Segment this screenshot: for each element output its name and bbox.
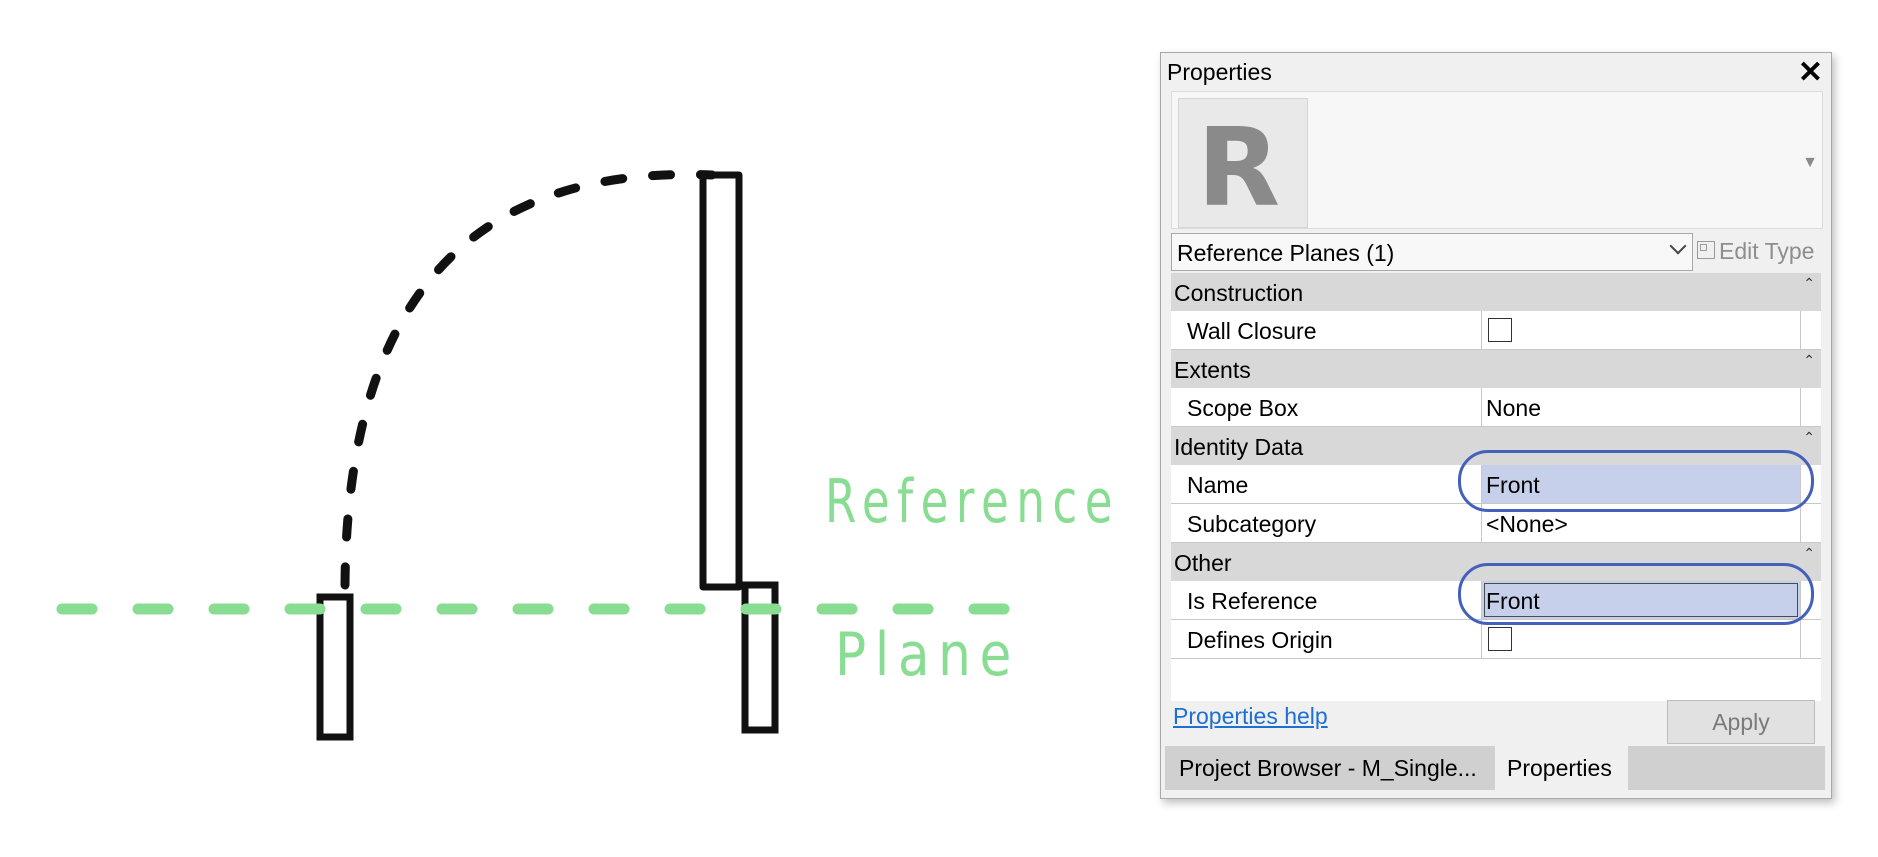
- apply-button[interactable]: Apply: [1667, 700, 1815, 744]
- properties-palette: Properties ✕ R ▼ Reference Planes (1) Ed…: [1160, 52, 1832, 799]
- door-panel: [699, 171, 743, 591]
- annotation-plane: Plane: [835, 620, 1020, 690]
- tab-label: Project Browser - M_Single...: [1179, 755, 1477, 781]
- door-swing-arc: [340, 169, 717, 590]
- defines-origin-checkbox[interactable]: [1488, 627, 1512, 651]
- scope-box-field[interactable]: None: [1482, 388, 1801, 426]
- row-name: Name Front: [1171, 465, 1821, 504]
- grid-blank-area: [1171, 659, 1821, 701]
- property-name: Is Reference: [1187, 588, 1318, 614]
- property-name: Wall Closure: [1187, 318, 1317, 344]
- type-dropdown-arrow-icon[interactable]: ▼: [1802, 154, 1818, 172]
- group-label: Identity Data: [1174, 434, 1304, 460]
- tab-project-browser[interactable]: Project Browser - M_Single...: [1165, 746, 1495, 790]
- collapse-icon[interactable]: ⌃: [1803, 352, 1815, 369]
- left-jamb: [316, 593, 354, 741]
- chevron-down-icon: [1669, 237, 1687, 255]
- svg-text:R: R: [1197, 106, 1280, 227]
- row-defines-origin: Defines Origin: [1171, 620, 1821, 659]
- group-label: Extents: [1174, 357, 1251, 383]
- tab-label: Properties: [1507, 755, 1612, 781]
- row-subcategory: Subcategory <None>: [1171, 504, 1821, 543]
- collapse-icon[interactable]: ⌃: [1803, 275, 1815, 292]
- group-extents[interactable]: Extents ⌃: [1171, 350, 1821, 388]
- name-field[interactable]: Front: [1482, 465, 1801, 503]
- collapse-icon[interactable]: ⌃: [1803, 429, 1815, 446]
- property-name: Scope Box: [1187, 395, 1299, 421]
- is-reference-dropdown[interactable]: Front: [1482, 581, 1801, 619]
- group-label: Construction: [1174, 280, 1304, 306]
- collapse-icon[interactable]: ⌃: [1803, 545, 1815, 562]
- edit-type-button[interactable]: Edit Type: [1695, 233, 1821, 269]
- property-value: Front: [1486, 588, 1540, 614]
- edit-type-label: Edit Type: [1719, 238, 1815, 264]
- group-other[interactable]: Other ⌃: [1171, 543, 1821, 581]
- sketch-canvas: Reference Plane: [56, 169, 1120, 741]
- type-selector-value: Reference Planes (1): [1177, 240, 1395, 266]
- type-preview: R ▼: [1171, 91, 1823, 231]
- palette-tabs: Project Browser - M_Single... Properties: [1165, 746, 1825, 790]
- palette-title-bar: Properties ✕: [1161, 53, 1831, 89]
- annotation-reference: Reference: [825, 467, 1120, 537]
- properties-help-link[interactable]: Properties help: [1173, 703, 1328, 730]
- properties-grid: Construction ⌃ Wall Closure Extents ⌃ Sc…: [1171, 273, 1821, 701]
- revit-logo-icon: R: [1178, 98, 1308, 231]
- property-value: Front: [1486, 472, 1540, 498]
- property-value: <None>: [1486, 511, 1568, 537]
- edit-type-icon: [1697, 241, 1715, 259]
- group-identity-data[interactable]: Identity Data ⌃: [1171, 427, 1821, 465]
- property-name: Subcategory: [1187, 511, 1317, 537]
- property-name: Defines Origin: [1187, 627, 1333, 653]
- wall-closure-checkbox[interactable]: [1488, 318, 1512, 342]
- group-label: Other: [1174, 550, 1232, 576]
- type-selector[interactable]: Reference Planes (1): [1171, 233, 1693, 271]
- subcategory-field[interactable]: <None>: [1482, 504, 1801, 542]
- close-icon[interactable]: ✕: [1798, 55, 1823, 90]
- property-name: Name: [1187, 472, 1249, 498]
- row-scope-box: Scope Box None: [1171, 388, 1821, 427]
- row-is-reference: Is Reference Front: [1171, 581, 1821, 620]
- palette-title: Properties: [1167, 59, 1272, 85]
- tab-properties[interactable]: Properties: [1495, 746, 1628, 790]
- group-construction[interactable]: Construction ⌃: [1171, 273, 1821, 311]
- property-value: None: [1486, 395, 1541, 421]
- row-wall-closure: Wall Closure: [1171, 311, 1821, 350]
